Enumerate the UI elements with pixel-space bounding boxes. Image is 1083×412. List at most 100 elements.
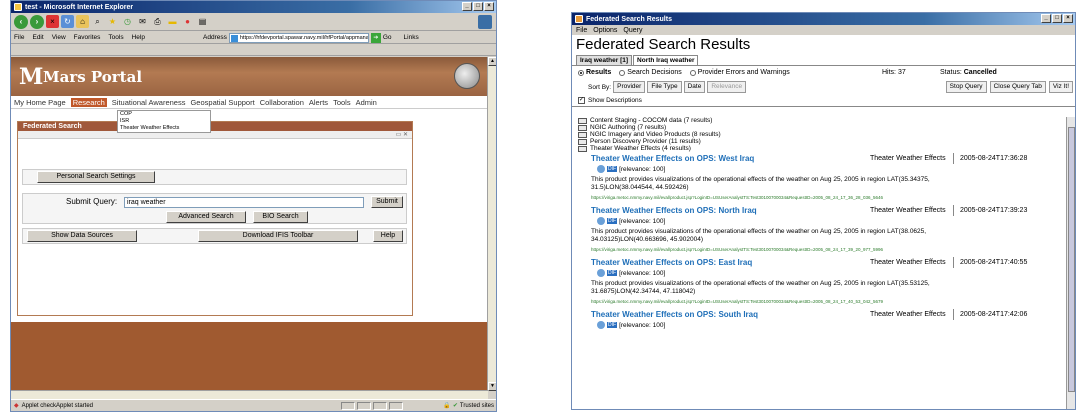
radio-search-decisions[interactable]: Search Decisions [619, 69, 682, 76]
folder-item[interactable]: NGIC Authoring (7 results) [575, 124, 1063, 131]
nav-collaboration[interactable]: Collaboration [260, 98, 304, 107]
menu-help[interactable]: Help [132, 34, 145, 41]
submit-button[interactable]: Submit [371, 196, 403, 208]
dropdown-item-theater-weather[interactable]: Theater Weather Effects [118, 125, 210, 132]
close-button[interactable]: × [1063, 14, 1073, 23]
go-label[interactable]: Go [383, 34, 392, 41]
portal-nav: My Home Page Research Situational Awaren… [11, 96, 488, 109]
dif-badge[interactable]: DIF [607, 322, 618, 328]
sort-row: Sort By: Provider File Type Date Relevan… [572, 79, 1075, 95]
radio-results[interactable]: Results [578, 69, 611, 76]
sort-provider-button[interactable]: Provider [613, 81, 646, 93]
nav-alerts[interactable]: Alerts [309, 98, 328, 107]
scrollbar-thumb[interactable] [1068, 127, 1075, 392]
dropdown-item-isr[interactable]: ISR [118, 118, 210, 125]
minimize-button[interactable]: _ [462, 2, 472, 11]
stop-icon[interactable]: × [46, 15, 59, 28]
nav-situational-awareness[interactable]: Situational Awareness [112, 98, 186, 107]
refresh-icon[interactable]: ↻ [61, 15, 74, 28]
ie-title-bar[interactable]: test - Microsoft Internet Explorer _ □ × [11, 1, 496, 13]
maximize-button[interactable]: □ [1052, 14, 1062, 23]
menu-tools[interactable]: Tools [108, 34, 123, 41]
fsr-menu-query[interactable]: Query [623, 27, 642, 34]
address-label: Address [203, 34, 227, 41]
back-icon[interactable]: ‹ [14, 14, 28, 29]
status-segment [389, 402, 403, 410]
scroll-down-icon[interactable]: ▼ [488, 382, 496, 391]
mail-icon[interactable]: ✉ [136, 15, 149, 28]
nav-geospatial-support[interactable]: Geospatial Support [190, 98, 254, 107]
menu-favorites[interactable]: Favorites [74, 34, 101, 41]
result-url-link[interactable]: https://viriga.metoc.nmmy.navy.mil/eval/… [591, 296, 1031, 308]
query-input[interactable]: iraq weather [124, 197, 364, 208]
panel-window-icons[interactable]: ▭ ✕ [396, 131, 408, 138]
globe-icon[interactable] [597, 269, 605, 277]
nav-tools[interactable]: Tools [333, 98, 351, 107]
tab-north-iraq-weather[interactable]: North Iraq weather [633, 55, 699, 65]
folder-icon[interactable]: ▬ [166, 15, 179, 28]
fsr-menu-options[interactable]: Options [593, 27, 617, 34]
fsr-title-bar[interactable]: Federated Search Results _ □ × [572, 13, 1075, 25]
folder-item[interactable]: NGIC Imagery and Video Products (8 resul… [575, 131, 1063, 138]
fsr-menu-file[interactable]: File [576, 27, 587, 34]
results-scrollbar[interactable] [1066, 117, 1075, 409]
folder-item-open[interactable]: Theater Weather Effects (4 results) [575, 145, 1063, 152]
globe-icon[interactable] [597, 165, 605, 173]
sort-relevance-button[interactable]: Relevance [707, 81, 747, 93]
scroll-up-icon[interactable]: ▲ [488, 57, 496, 66]
radio-provider-errors[interactable]: Provider Errors and Warnings [689, 69, 790, 76]
status-segment [357, 402, 371, 410]
fsr-menubar: File Options Query [572, 25, 1075, 35]
sort-file-type-button[interactable]: File Type [647, 81, 682, 93]
ie-horizontal-scrollbar[interactable] [11, 390, 488, 399]
minimize-button[interactable]: _ [1041, 14, 1051, 23]
messenger-icon[interactable]: ● [181, 15, 194, 28]
search-icon[interactable]: ⌕ [91, 15, 104, 28]
folder-item[interactable]: Content Staging - COCOM data (7 results) [575, 117, 1063, 124]
ie-vertical-scrollbar[interactable]: ▲ ▼ [487, 57, 496, 391]
result-url-link[interactable]: https://viriga.metoc.nmmy.navy.mil/eval/… [591, 244, 1031, 256]
dif-badge[interactable]: DIF [607, 270, 618, 276]
globe-icon[interactable] [597, 217, 605, 225]
sort-date-button[interactable]: Date [683, 81, 706, 93]
close-query-tab-button[interactable]: Close Query Tab [989, 81, 1046, 93]
dropdown-item-cop[interactable]: COP [118, 111, 210, 118]
home-icon[interactable]: ⌂ [76, 15, 89, 28]
advanced-search-button[interactable]: Advanced Search [166, 211, 246, 223]
go-icon[interactable]: ➔ [370, 32, 381, 43]
show-descriptions-checkbox[interactable]: ✓ [578, 97, 585, 104]
result-url-link[interactable]: https://viriga.metoc.nmmy.navy.mil/eval/… [591, 192, 1031, 204]
research-icon[interactable]: ▤ [196, 15, 209, 28]
print-icon[interactable]: ⎙ [151, 15, 164, 28]
personal-search-settings-button[interactable]: Personal Search Settings [37, 171, 155, 183]
forward-icon[interactable]: › [30, 14, 44, 29]
result-date: 2005-08-24T17:40:55 [953, 257, 1027, 268]
close-button[interactable]: × [484, 2, 494, 11]
globe-icon[interactable] [597, 321, 605, 329]
folder-item[interactable]: Person Discovery Provider (11 results) [575, 138, 1063, 145]
maximize-button[interactable]: □ [473, 2, 483, 11]
help-button[interactable]: Help [373, 230, 403, 242]
tab-iraq-weather[interactable]: Iraq weather [1] [576, 55, 633, 65]
dif-badge[interactable]: DIF [607, 166, 618, 172]
history-icon[interactable]: ◷ [121, 15, 134, 28]
viz-it-button[interactable]: Viz It! [1048, 81, 1073, 93]
status-segment [373, 402, 387, 410]
favorites-icon[interactable]: ★ [106, 15, 119, 28]
download-toolbar-button[interactable]: Download IFIS Toolbar [198, 230, 358, 242]
ie-menubar: File Edit View Favorites Tools Help Addr… [11, 31, 496, 44]
show-descriptions-label: Show Descriptions [588, 97, 642, 104]
stop-query-button[interactable]: Stop Query [945, 81, 987, 93]
menu-file[interactable]: File [14, 34, 24, 41]
nav-admin[interactable]: Admin [356, 98, 377, 107]
bio-search-button[interactable]: BIO Search [253, 211, 308, 223]
show-data-sources-button[interactable]: Show Data Sources [27, 230, 137, 242]
dif-badge[interactable]: DIF [607, 218, 618, 224]
radio-selected-icon [578, 69, 584, 76]
address-input[interactable]: https://hfdevportal.spawar.navy.mil/hfPo… [228, 32, 369, 43]
nav-my-home-page[interactable]: My Home Page [14, 98, 66, 107]
menu-view[interactable]: View [52, 34, 66, 41]
nav-research[interactable]: Research [70, 97, 107, 107]
links-label[interactable]: Links [404, 34, 419, 41]
menu-edit[interactable]: Edit [32, 34, 43, 41]
